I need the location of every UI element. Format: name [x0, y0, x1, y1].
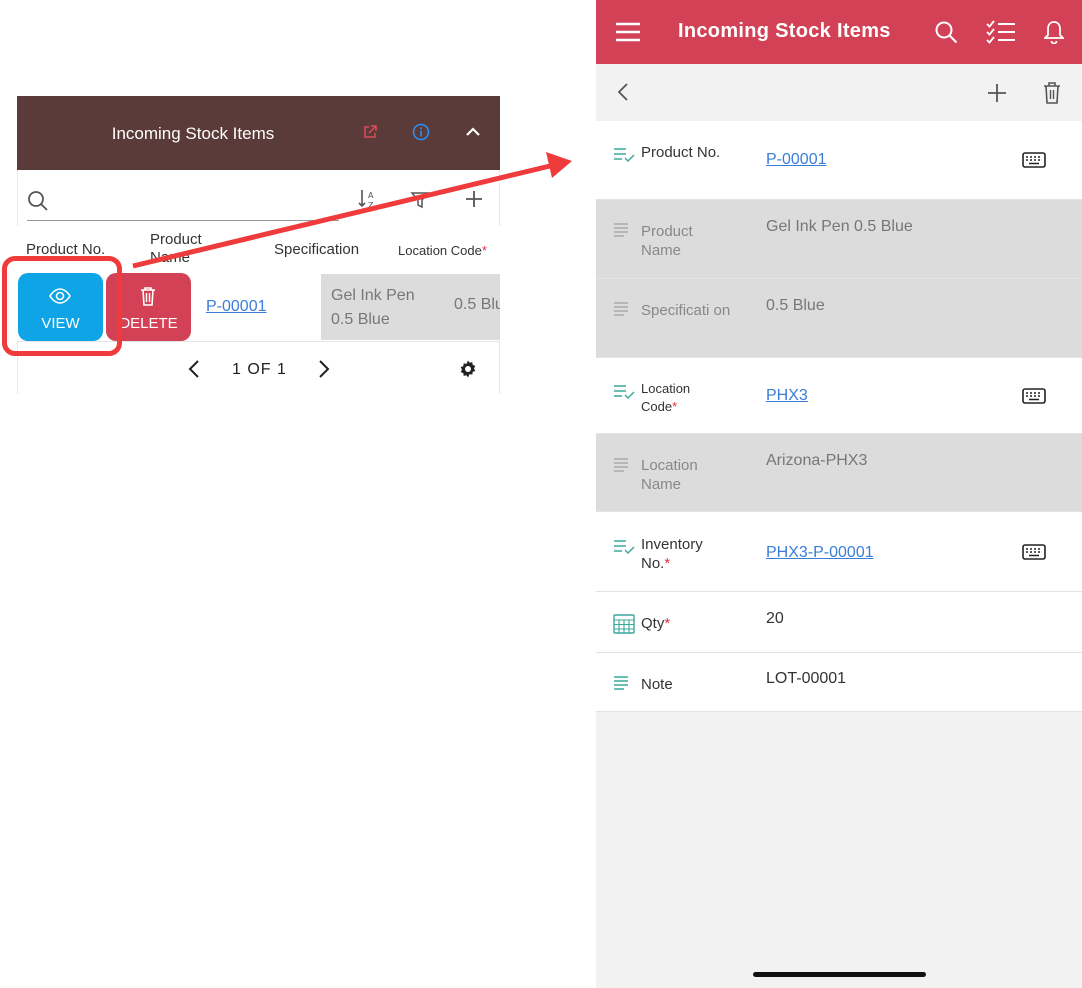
field-location-name: Location Name Arizona-PHX3: [596, 434, 1082, 512]
screen-title: Incoming Stock Items: [678, 20, 891, 42]
filter-icon[interactable]: [410, 190, 430, 210]
grid-header: Incoming Stock Items: [17, 96, 500, 170]
keyboard-icon[interactable]: [1022, 388, 1046, 404]
field-label-text: Location Code: [641, 381, 691, 414]
location-code-label: Location Code: [398, 243, 482, 258]
field-label-text: Inventory No.: [641, 536, 703, 572]
keyboard-icon[interactable]: [1022, 544, 1046, 560]
keyboard-icon[interactable]: [1022, 152, 1046, 168]
column-header-specification[interactable]: Specification: [274, 241, 359, 258]
field-product-name: Product Name Gel Ink Pen 0.5 Blue: [596, 200, 1082, 279]
search-icon[interactable]: [27, 190, 49, 212]
home-indicator: [753, 972, 926, 977]
trash-icon: [141, 287, 155, 306]
search-icon[interactable]: [934, 20, 958, 44]
text-lines-icon: [614, 302, 628, 316]
info-icon[interactable]: [412, 123, 430, 141]
checklist-icon[interactable]: [986, 20, 1016, 44]
bell-icon[interactable]: [1044, 20, 1064, 44]
field-label: Specificati on: [641, 302, 731, 319]
specification-value: Gel Ink Pen 0.5 Blue: [331, 287, 415, 328]
field-location-code: Location Code* PHX3: [596, 358, 1082, 434]
external-link-icon[interactable]: [363, 125, 377, 139]
text-lines-icon: [614, 223, 628, 237]
field-value: Gel Ink Pen 0.5 Blue: [766, 218, 913, 235]
text-lines-icon: [614, 676, 628, 690]
field-product-no: Product No. P-00001: [596, 121, 1082, 200]
text-select-icon: [614, 148, 635, 163]
field-label: Location Name: [641, 457, 698, 493]
text-lines-icon: [614, 458, 628, 472]
text-select-icon: [614, 540, 635, 555]
plus-icon[interactable]: [465, 190, 483, 208]
gear-icon[interactable]: [458, 359, 478, 379]
detail-toolbar: [596, 64, 1082, 121]
field-value: Arizona-PHX3: [766, 452, 868, 469]
field-label-text: Qty: [641, 615, 665, 632]
field-inventory-no: Inventory No.* PHX3-P-00001: [596, 512, 1082, 592]
product-no-link[interactable]: P-00001: [206, 298, 267, 316]
field-value: 0.5 Blue: [766, 297, 825, 314]
field-note: Note LOT-00001: [596, 653, 1082, 712]
required-mark: *: [664, 555, 671, 572]
inventory-no-link[interactable]: PHX3-P-00001: [766, 544, 874, 562]
chevron-left-icon[interactable]: [186, 359, 202, 379]
svg-text:Z: Z: [368, 201, 374, 210]
chevron-right-icon[interactable]: [316, 359, 332, 379]
hamburger-icon[interactable]: [615, 21, 641, 43]
field-label: Note: [641, 676, 673, 693]
column-header-location-code[interactable]: Location Code*: [398, 243, 487, 258]
specification-cell: Gel Ink Pen 0.5 Blue 0.5 Blu: [321, 274, 500, 340]
grid-title: Incoming Stock Items: [111, 124, 275, 143]
location-value: 0.5 Blu: [454, 296, 500, 313]
detail-screen: Incoming Stock Items Product No. P-00001…: [596, 0, 1082, 988]
sort-icon[interactable]: A Z: [357, 188, 379, 210]
chevron-up-icon[interactable]: [465, 124, 481, 140]
product-no-link[interactable]: P-00001: [766, 151, 827, 169]
field-label: Product Name: [641, 223, 693, 259]
field-qty: Qty* 20: [596, 592, 1082, 653]
plus-icon[interactable]: [987, 83, 1007, 103]
text-select-icon: [614, 385, 635, 400]
grid-toolbar: A Z: [17, 170, 500, 226]
page-indicator: 1 OF 1: [232, 361, 287, 378]
required-mark: *: [672, 399, 678, 414]
qty-input[interactable]: 20: [766, 610, 784, 628]
field-label: Inventory No.*: [641, 535, 731, 573]
location-code-link[interactable]: PHX3: [766, 387, 808, 405]
required-mark: *: [664, 615, 671, 632]
app-header: Incoming Stock Items: [596, 0, 1082, 64]
chevron-left-icon[interactable]: [616, 82, 630, 102]
field-label: Product No.: [641, 144, 721, 161]
note-input[interactable]: LOT-00001: [766, 670, 846, 688]
search-input-underline[interactable]: [27, 220, 339, 221]
view-button-highlight: [2, 256, 122, 356]
required-mark: *: [481, 243, 487, 258]
field-label: Qty*: [641, 614, 741, 633]
column-header-product-name[interactable]: Product Name: [150, 231, 220, 267]
calculator-icon: [613, 614, 635, 634]
trash-icon[interactable]: [1042, 81, 1062, 105]
field-label: Location Code*: [641, 380, 711, 416]
svg-text:A: A: [368, 191, 374, 200]
field-specification: Specificati on 0.5 Blue: [596, 279, 1082, 358]
